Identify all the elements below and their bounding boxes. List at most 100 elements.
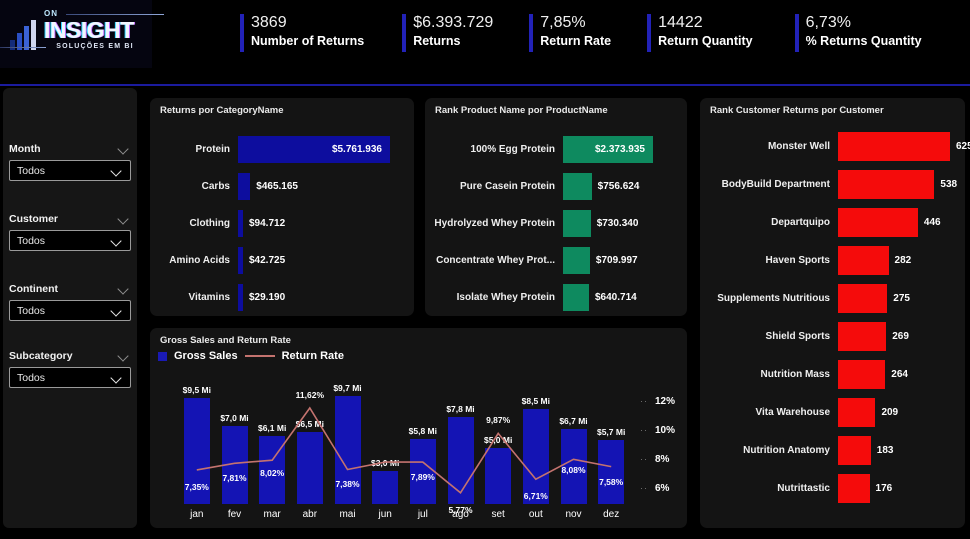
bar[interactable] [838, 321, 887, 351]
bar-row[interactable]: Haven Sports 282 [700, 245, 912, 275]
bar[interactable] [838, 473, 870, 503]
filter-title: Continent [9, 283, 58, 295]
kpi-strip: 3869 Number of Returns $6.393.729 Returns 7,… [240, 12, 922, 52]
bar[interactable] [838, 207, 918, 237]
bar-row[interactable]: Nutrition Anatomy 183 [700, 435, 894, 465]
chevron-down-icon[interactable] [118, 215, 131, 223]
bar-row[interactable]: Vita Warehouse 209 [700, 397, 898, 427]
bar-row[interactable]: Departquipo 446 [700, 207, 941, 237]
bar[interactable] [838, 245, 889, 275]
bar[interactable] [838, 397, 876, 427]
bar-value-label: 269 [892, 330, 909, 342]
chevron-down-icon[interactable] [111, 237, 124, 245]
bar-row[interactable]: Nutrition Mass 264 [700, 359, 908, 389]
kpi-label: Returns [413, 34, 461, 48]
bar-row[interactable]: Concentrate Whey Prot... $709.997 [425, 246, 638, 274]
bar-value-label: 275 [893, 292, 910, 304]
kpi-accent-bar [240, 14, 244, 52]
bar-value-label: $730.340 [596, 217, 639, 229]
filter-header[interactable]: Subcategory [9, 350, 131, 362]
bar[interactable] [563, 209, 591, 237]
bar-row[interactable]: Amino Acids $42.725 [150, 246, 285, 274]
bar-row[interactable]: Vitamins $29.190 [150, 283, 286, 311]
filter-selected-value: Todos [17, 371, 46, 384]
kpi-value: $6.393.729 [413, 14, 494, 31]
logo-rule-bottom [0, 47, 46, 48]
bar-category-label: Pure Casein Protein [459, 180, 555, 192]
kpi-card: $6.393.729 Returns [402, 12, 494, 52]
bar-row[interactable]: Hydrolyzed Whey Protein $730.340 [425, 209, 639, 237]
bar-row[interactable]: Carbs $465.165 [150, 172, 298, 200]
y-axis-tick-label: 12% [655, 395, 676, 407]
panel-title: Returns por CategoryName [160, 105, 284, 116]
line-value-label: 8,08% [561, 465, 586, 476]
bar-category-label: Supplements Nutritious [717, 292, 830, 304]
bar-value-label: 264 [891, 368, 908, 380]
filter-dropdown[interactable]: Todos [9, 230, 131, 251]
bar-row[interactable]: Nutrittastic 176 [700, 473, 892, 503]
filter-header[interactable]: Customer [9, 213, 131, 225]
kpi-value: 7,85% [540, 14, 586, 31]
bar[interactable] [838, 131, 950, 161]
chevron-down-icon[interactable] [118, 352, 131, 360]
filter-header[interactable]: Continent [9, 283, 131, 295]
filter-dropdown[interactable]: Todos [9, 367, 131, 388]
y-axis-tick-dots: ·· [640, 482, 648, 493]
chevron-down-icon[interactable] [111, 307, 124, 315]
bar-category-label: Nutrittastic [777, 482, 830, 494]
bar-row[interactable]: Shield Sports 269 [700, 321, 909, 351]
line-value-label: 7,38% [335, 479, 360, 490]
logo-name: INSIGHT [44, 17, 134, 43]
bar[interactable] [238, 246, 243, 274]
bar-row[interactable]: BodyBuild Department 538 [700, 169, 958, 199]
bar-category-label: Protein [195, 143, 230, 155]
kpi-accent-bar [402, 14, 407, 52]
bar-row[interactable]: Clothing $94.712 [150, 209, 286, 237]
bar-row[interactable]: Supplements Nutritious 275 [700, 283, 910, 313]
bar-value-label: 538 [940, 178, 958, 190]
bar-row[interactable]: 100% Egg Protein $2.373.935 [425, 135, 653, 163]
bar-value-label: 183 [876, 444, 894, 456]
y-axis-tick-dots: ·· [640, 453, 648, 464]
bar[interactable] [838, 169, 935, 199]
kpi-card: 3869 Number of Returns [240, 12, 365, 52]
bar[interactable] [838, 435, 871, 465]
bar-value-label: $709.997 [595, 254, 638, 266]
bar[interactable] [838, 283, 888, 313]
line-value-label: 7,89% [410, 472, 435, 483]
kpi-label: Return Rate [540, 34, 612, 48]
bar[interactable]: $2.373.935 [563, 135, 653, 163]
line-value-label: 7,35% [184, 481, 209, 492]
bar-value-label: 282 [894, 254, 912, 266]
filter-header[interactable]: Month [9, 143, 131, 155]
chevron-down-icon[interactable] [118, 145, 131, 153]
bar[interactable] [563, 283, 589, 311]
kpi-label: Number of Returns [251, 34, 365, 48]
bar-row[interactable]: Protein $5.761.936 [150, 135, 390, 163]
panel-rank-customer-returns: Rank Customer Returns por Customer Monst… [700, 98, 970, 528]
bar-row[interactable]: Pure Casein Protein $756.624 [425, 172, 639, 200]
filter-dropdown[interactable]: Todos [9, 300, 131, 321]
bar[interactable] [238, 172, 251, 200]
filter-continent: Continent Todos [9, 283, 131, 321]
bar-category-label: BodyBuild Department [721, 178, 830, 190]
bar[interactable] [238, 209, 243, 237]
chevron-down-icon[interactable] [111, 167, 124, 175]
bar-value-label: $94.712 [249, 217, 286, 229]
bar-value-label: $465.165 [256, 180, 298, 192]
bar[interactable]: $5.761.936 [238, 135, 390, 163]
chevron-down-icon[interactable] [118, 285, 131, 293]
bar-row[interactable]: Isolate Whey Protein $640.714 [425, 283, 637, 311]
kpi-value: 6,73% [805, 14, 851, 31]
bar[interactable] [563, 172, 592, 200]
app-logo: ON INSIGHT SOLUÇÕES EM BI [0, 0, 164, 68]
bar-value-label: $640.714 [595, 291, 637, 303]
bar[interactable] [238, 283, 243, 311]
chevron-down-icon[interactable] [111, 374, 124, 382]
bar-row[interactable]: Monster Well 625 [700, 131, 970, 161]
filter-sidebar: Month Todos Customer Todos Continent Todos Sub… [3, 88, 137, 528]
filter-dropdown[interactable]: Todos [9, 160, 131, 181]
bar-value-label: $29.190 [249, 291, 286, 303]
bar[interactable] [563, 246, 590, 274]
bar[interactable] [838, 359, 886, 389]
